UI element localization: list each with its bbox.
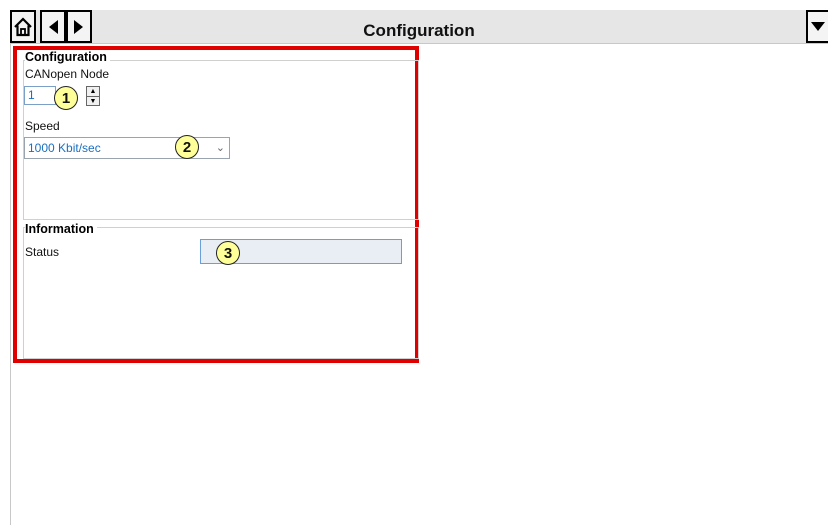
page-title: Configuration [363,21,475,40]
menu-button[interactable] [806,10,828,43]
callout-badge-1: 1 [54,86,78,110]
callout-badge-3: 3 [216,241,240,265]
chevron-down-icon: ⌄ [215,142,225,154]
stepper-up-icon[interactable]: ▲ [87,87,99,97]
content-divider [10,44,11,525]
canopen-node-label: CANopen Node [25,67,110,81]
callout-badge-2: 2 [175,135,199,159]
canopen-node-input[interactable]: 1 [24,86,56,105]
dropdown-menu-icon [811,21,825,31]
header-toolbar: Configuration [10,10,828,44]
speed-label: Speed [25,119,60,133]
canopen-node-stepper[interactable]: ▲ ▼ [86,86,100,106]
speed-select[interactable]: 1000 Kbit/sec ⌄ [24,137,230,159]
status-label: Status [25,245,60,259]
speed-select-value: 1000 Kbit/sec [28,141,101,155]
information-legend: Information [25,222,97,236]
stepper-down-icon[interactable]: ▼ [87,97,99,106]
configuration-legend: Configuration [25,50,110,64]
